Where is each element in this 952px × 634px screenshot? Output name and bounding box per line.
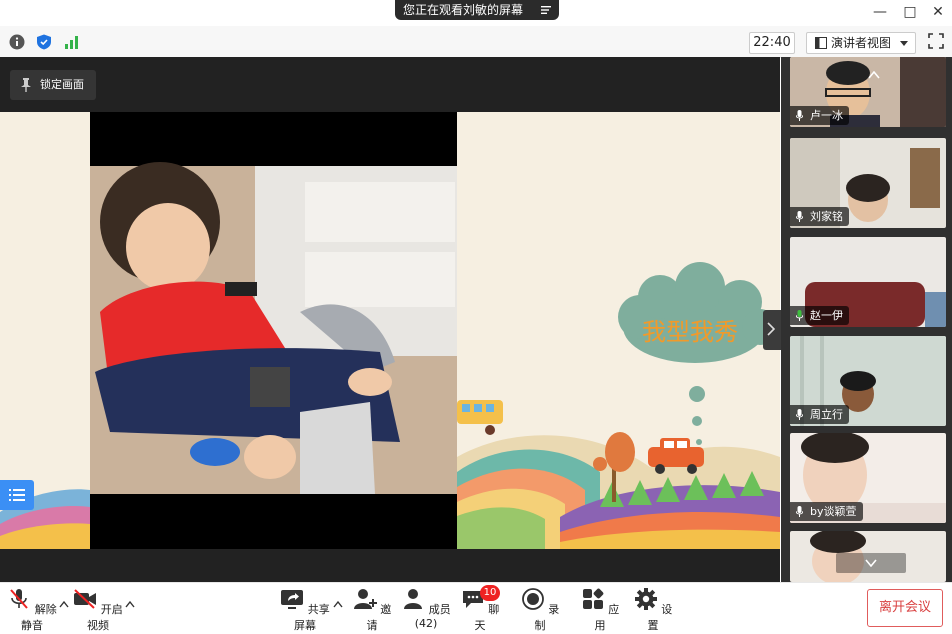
gear-icon xyxy=(634,588,657,610)
share-screen-icon xyxy=(281,590,304,609)
mic-icon xyxy=(796,211,803,222)
list-icon xyxy=(9,489,25,501)
participant-tile[interactable] xyxy=(790,531,946,582)
video-off-icon xyxy=(74,589,97,609)
apps-button[interactable]: 应用 xyxy=(580,588,620,632)
share-banner-text: 您正在观看刘敏的屏幕 xyxy=(403,3,524,17)
view-mode-dropdown[interactable]: 演讲者视图 xyxy=(806,32,916,54)
mic-active-icon xyxy=(796,310,803,321)
participant-name-tag: 周立行 xyxy=(790,405,849,424)
participant-tile[interactable]: 刘家铭 xyxy=(790,138,946,228)
chevron-down-icon xyxy=(865,559,877,567)
leave-meeting-button[interactable]: 离开会议 xyxy=(867,589,943,627)
mic-icon xyxy=(796,110,803,121)
menu-icon xyxy=(541,6,551,14)
info-icon[interactable] xyxy=(9,34,25,50)
slide-title: 我型我秀 xyxy=(642,318,738,346)
close-button[interactable]: ✕ xyxy=(928,4,948,20)
share-banner[interactable]: 您正在观看刘敏的屏幕 xyxy=(395,0,559,20)
participant-name-tag: by谈颖萱 xyxy=(790,502,863,521)
pin-icon xyxy=(21,78,31,92)
participant-name-tag: 刘家铭 xyxy=(790,207,849,226)
invite-icon xyxy=(353,589,377,609)
chevron-up-icon[interactable] xyxy=(59,600,69,608)
invite-button[interactable]: 邀请 xyxy=(352,588,392,632)
lock-view-button[interactable]: 锁定画面 xyxy=(10,70,96,100)
shield-icon[interactable] xyxy=(36,34,52,50)
participant-tile[interactable]: 周立行 xyxy=(790,336,946,426)
settings-button[interactable]: 设置 xyxy=(633,588,673,632)
participants-button[interactable]: 成员(42) xyxy=(400,588,452,630)
mic-icon xyxy=(796,506,803,517)
view-mode-label: 演讲者视图 xyxy=(831,36,892,50)
muted-mic-icon xyxy=(10,589,28,609)
lock-view-label: 锁定画面 xyxy=(40,78,84,91)
record-icon xyxy=(521,588,544,610)
participant-tile[interactable]: by谈颖萱 xyxy=(790,433,946,523)
list-button[interactable] xyxy=(0,480,34,510)
participants-icon xyxy=(404,589,423,609)
shared-slide: 我型我秀 xyxy=(0,112,780,549)
participant-name: 卢一冰 xyxy=(810,109,843,122)
meeting-clock: 22:40 xyxy=(749,32,795,54)
unmute-button[interactable]: 解除静音 xyxy=(6,588,58,632)
participant-name-tag: 赵一伊 xyxy=(790,306,849,325)
signal-bars-icon[interactable] xyxy=(64,34,80,50)
chevron-up-icon[interactable] xyxy=(125,600,135,608)
minimize-button[interactable]: — xyxy=(870,4,890,20)
start-video-button[interactable]: 开启视频 xyxy=(72,588,124,632)
fullscreen-icon[interactable] xyxy=(928,33,944,49)
participant-name: 周立行 xyxy=(810,408,843,421)
mic-icon xyxy=(796,409,803,420)
chevron-up-icon[interactable] xyxy=(333,600,343,608)
share-screen-button[interactable]: 共享屏幕 xyxy=(280,588,330,632)
maximize-button[interactable]: □ xyxy=(900,4,920,20)
scroll-down-button[interactable] xyxy=(836,553,906,573)
participant-name-tag: 卢一冰 xyxy=(790,106,849,125)
layout-icon xyxy=(815,37,827,49)
apps-icon xyxy=(582,588,604,609)
participant-tile[interactable]: 赵一伊 xyxy=(790,237,946,327)
chevron-up-icon[interactable] xyxy=(868,71,880,79)
participant-tile[interactable]: 卢一冰 xyxy=(790,57,946,127)
collapse-gallery-button[interactable] xyxy=(763,310,781,350)
participant-name: 赵一伊 xyxy=(810,309,843,322)
chat-unread-badge: 10 xyxy=(480,585,500,601)
chevron-down-icon xyxy=(900,41,908,46)
chevron-right-icon xyxy=(767,322,775,336)
record-button[interactable]: 录制 xyxy=(520,588,560,632)
participant-name: 刘家铭 xyxy=(810,210,843,223)
participant-name: by谈颖萱 xyxy=(810,505,857,518)
